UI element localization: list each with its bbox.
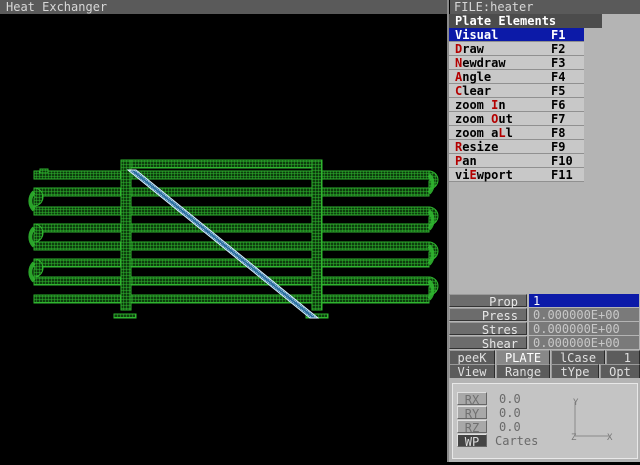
stres-button[interactable]: Stres <box>449 322 527 337</box>
menu-item-label: zoom aLl <box>455 126 513 140</box>
wp-button[interactable]: WP <box>457 434 487 449</box>
heat-exchanger-mesh <box>28 159 439 319</box>
tab-lcase[interactable]: lCase <box>551 350 605 365</box>
shear-button[interactable]: Shear <box>449 336 527 351</box>
stres-row: Stres 0.000000E+00 <box>449 322 640 337</box>
menu-item-shortcut: F3 <box>551 56 566 70</box>
rx-value: 0.0 <box>499 392 521 406</box>
shear-row: Shear 0.000000E+00 <box>449 336 640 351</box>
menu-item-label: Clear <box>455 84 492 98</box>
menu-item-shortcut: F9 <box>551 140 566 154</box>
prop-value-field[interactable]: 1 <box>529 294 639 308</box>
menu-item-visual[interactable]: Visual F1 <box>449 28 584 42</box>
lcase-value[interactable]: 1 <box>606 350 640 365</box>
tab-opt[interactable]: Opt <box>600 364 640 379</box>
menu-item-zoom-all[interactable]: zoom aLl F8 <box>449 126 584 140</box>
stres-value-field[interactable]: 0.000000E+00 <box>529 322 639 336</box>
prop-row: Prop 1 <box>449 294 640 309</box>
menu-item-shortcut: F10 <box>551 154 573 168</box>
tab-view[interactable]: View <box>449 364 495 379</box>
menu-item-shortcut: F7 <box>551 112 566 126</box>
tab-peek[interactable]: peeK <box>449 350 495 365</box>
menu-item-shortcut: F1 <box>551 28 566 42</box>
shear-value-field[interactable]: 0.000000E+00 <box>529 336 639 350</box>
menu-item-shortcut: F6 <box>551 98 566 112</box>
menu-item-label: Pan <box>455 154 477 168</box>
press-button[interactable]: Press <box>449 308 527 323</box>
menu-item-newdraw[interactable]: Newdraw F3 <box>449 56 584 70</box>
menu-item-resize[interactable]: Resize F9 <box>449 140 584 154</box>
tab-plate[interactable]: PLATE <box>496 350 550 365</box>
axis-y-label: Y <box>573 398 579 408</box>
rotation-panel: RX 0.0 RY 0.0 RZ 0.0 WP Cartes Y Z X <box>452 383 638 459</box>
menu-item-label: Visual <box>455 28 499 42</box>
menu-item-zoom-out[interactable]: zoom Out F7 <box>449 112 584 126</box>
menu-item-label: viEwport <box>455 168 513 182</box>
plate-elements-menu: Plate Elements Visual F1 Draw F2 Newdraw F3 An… <box>449 14 602 182</box>
wp-value: Cartes <box>495 434 539 448</box>
axis-x-label: X <box>607 433 613 443</box>
menu-item-shortcut: F2 <box>551 42 566 56</box>
menu-item-shortcut: F4 <box>551 70 566 84</box>
prop-button[interactable]: Prop <box>449 294 527 309</box>
press-row: Press 0.000000E+00 <box>449 308 640 323</box>
menu-item-clear[interactable]: Clear F5 <box>449 84 584 98</box>
menu-item-shortcut: F8 <box>551 126 566 140</box>
ry-value: 0.0 <box>499 406 521 420</box>
menu-item-label: zoom Out <box>455 112 513 126</box>
menu-title: Plate Elements <box>449 14 602 28</box>
menu-item-label: Draw <box>455 42 484 56</box>
menu-item-draw[interactable]: Draw F2 <box>449 42 584 56</box>
rz-value: 0.0 <box>499 420 521 434</box>
menu-item-angle[interactable]: Angle F4 <box>449 70 584 84</box>
ry-button[interactable]: RY <box>457 406 487 421</box>
menu-item-label: zoom In <box>455 98 506 112</box>
menu-item-shortcut: F5 <box>551 84 566 98</box>
menu-item-zoom-in[interactable]: zoom In F6 <box>449 98 584 112</box>
rz-button[interactable]: RZ <box>457 420 487 435</box>
tab-type[interactable]: tYpe <box>551 364 599 379</box>
menu-item-shortcut: F11 <box>551 168 573 182</box>
menu-item-label: Newdraw <box>455 56 506 70</box>
model-viewport[interactable] <box>0 14 448 462</box>
menu-item-label: Angle <box>455 70 492 84</box>
menu-hotkey-letter: L <box>498 126 506 140</box>
file-name: FILE:heater <box>450 0 640 14</box>
axis-z-label: Z <box>571 433 577 443</box>
menu-item-viewport[interactable]: viEwport F11 <box>449 168 584 182</box>
press-value-field[interactable]: 0.000000E+00 <box>529 308 639 322</box>
menu-item-pan[interactable]: Pan F10 <box>449 154 584 168</box>
menu-hotkey-letter: E <box>469 168 477 182</box>
window-title: Heat Exchanger <box>0 0 448 14</box>
rx-button[interactable]: RX <box>457 392 487 407</box>
tab-range[interactable]: Range <box>496 364 550 379</box>
menu-item-label: Resize <box>455 140 499 154</box>
